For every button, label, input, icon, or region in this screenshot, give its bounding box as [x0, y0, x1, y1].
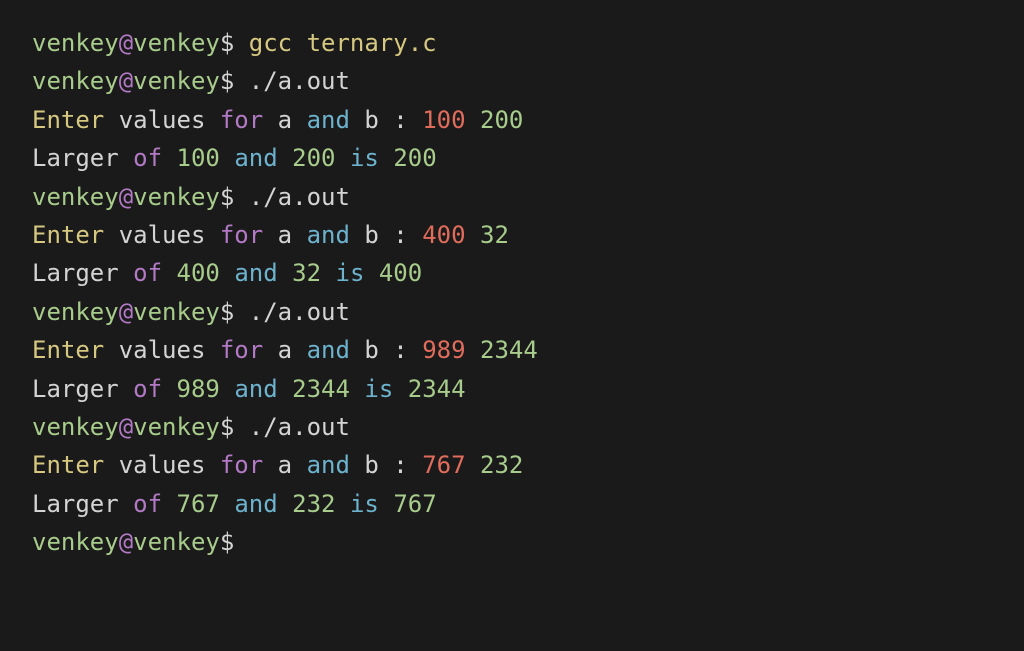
input-a-1: 100	[422, 106, 465, 134]
input-a-4: 767	[422, 451, 465, 479]
result-2: 400	[379, 259, 422, 287]
input-a-3: 989	[422, 336, 465, 364]
input-b-2: 32	[480, 221, 509, 249]
result-3: 2344	[408, 375, 466, 403]
input-prompt-1: Enter values for a and b : 100 200	[32, 101, 992, 139]
input-b-1: 200	[480, 106, 523, 134]
output-result-2: Larger of 400 and 32 is 400	[32, 254, 992, 292]
output-result-4: Larger of 767 and 232 is 767	[32, 485, 992, 523]
prompt-line-run-3: venkey@venkey$ ./a.out	[32, 293, 992, 331]
result-1: 200	[393, 144, 436, 172]
output-result-3: Larger of 989 and 2344 is 2344	[32, 370, 992, 408]
prompt-at: @	[119, 29, 133, 57]
command-compile: gcc ternary.c	[249, 29, 437, 57]
output-result-1: Larger of 100 and 200 is 200	[32, 139, 992, 177]
prompt-host: venkey	[133, 29, 220, 57]
prompt-user: venkey	[32, 29, 119, 57]
input-prompt-3: Enter values for a and b : 989 2344	[32, 331, 992, 369]
input-prompt-4: Enter values for a and b : 767 232	[32, 446, 992, 484]
input-b-4: 232	[480, 451, 523, 479]
prompt-dollar: $	[220, 29, 234, 57]
input-prompt-2: Enter values for a and b : 400 32	[32, 216, 992, 254]
prompt-line-empty[interactable]: venkey@venkey$	[32, 523, 992, 561]
input-b-3: 2344	[480, 336, 538, 364]
prompt-line-compile: venkey@venkey$ gcc ternary.c	[32, 24, 992, 62]
result-4: 767	[393, 490, 436, 518]
prompt-line-run-1: venkey@venkey$ ./a.out	[32, 62, 992, 100]
prompt-line-run-2: venkey@venkey$ ./a.out	[32, 178, 992, 216]
command-run: ./a.out	[249, 67, 350, 95]
terminal-output: venkey@venkey$ gcc ternary.c venkey@venk…	[32, 24, 992, 561]
prompt-line-run-4: venkey@venkey$ ./a.out	[32, 408, 992, 446]
input-a-2: 400	[422, 221, 465, 249]
